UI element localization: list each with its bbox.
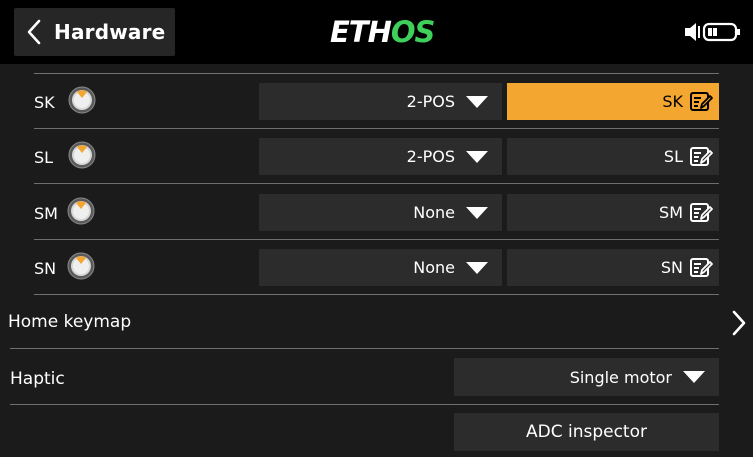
switch-mode-dropdown[interactable]: None	[259, 249, 502, 286]
back-button[interactable]: Hardware	[14, 8, 175, 56]
switch-assign-value: SL	[663, 147, 683, 166]
logo-text-eth: ETH	[330, 15, 392, 49]
ethos-logo: ETH OS	[330, 14, 436, 50]
page-title: Hardware	[54, 20, 166, 44]
switch-assign-field[interactable]: SM	[507, 194, 719, 231]
edit-icon	[690, 202, 713, 222]
adc-inspector-button[interactable]: ADC inspector	[454, 413, 719, 451]
home-keymap-label: Home keymap	[8, 312, 132, 332]
triangle-down-icon	[466, 206, 488, 219]
triangle-down-icon	[466, 95, 488, 108]
switch-mode-dropdown[interactable]: None	[259, 194, 502, 231]
edit-icon	[690, 146, 713, 166]
triangle-down-icon	[683, 371, 705, 383]
switch-label: SK	[34, 93, 55, 112]
battery-icon	[702, 22, 740, 42]
separator	[34, 294, 719, 295]
chevron-left-icon	[14, 8, 54, 56]
haptic-value: Single motor	[569, 367, 672, 387]
switch-mode-value: None	[413, 258, 455, 277]
adc-inspector-label: ADC inspector	[525, 422, 647, 442]
top-bar: Hardware ETH OS	[0, 0, 753, 64]
separator	[34, 128, 719, 129]
switch-mode-dropdown[interactable]: 2-POS	[259, 83, 502, 120]
separator	[10, 404, 719, 405]
switch-mode-dropdown[interactable]: 2-POS	[259, 138, 502, 175]
triangle-down-icon	[466, 261, 488, 274]
rotary-knob-icon	[67, 252, 95, 280]
switch-mode-value: 2-POS	[406, 147, 455, 166]
switch-label: SM	[34, 204, 58, 223]
haptic-label: Haptic	[10, 369, 65, 389]
switch-mode-value: None	[413, 203, 455, 222]
home-keymap-row[interactable]: Home keymap	[0, 298, 753, 348]
switch-label: SN	[34, 259, 57, 278]
separator	[34, 73, 719, 74]
switch-label: SL	[34, 148, 54, 167]
rotary-knob-icon	[68, 86, 96, 114]
status-icons	[683, 20, 745, 44]
rotary-knob-icon	[68, 141, 96, 169]
chevron-right-icon	[732, 310, 746, 336]
haptic-dropdown[interactable]: Single motor	[454, 358, 719, 396]
switch-assign-field[interactable]: SL	[507, 138, 719, 175]
switch-assign-value: SN	[660, 258, 683, 277]
switch-assign-value: SK	[662, 92, 683, 111]
edit-icon	[690, 257, 713, 277]
switch-mode-value: 2-POS	[406, 92, 455, 111]
edit-icon	[690, 91, 713, 111]
switch-assign-value: SM	[659, 203, 683, 222]
separator	[10, 348, 719, 349]
triangle-down-icon	[466, 150, 488, 163]
separator	[34, 183, 719, 184]
logo-text-os: OS	[390, 15, 436, 49]
switch-assign-field[interactable]: SK	[507, 83, 719, 120]
separator	[34, 239, 719, 240]
speaker-icon	[685, 23, 700, 41]
switch-assign-field[interactable]: SN	[507, 249, 719, 286]
rotary-knob-icon	[67, 197, 95, 225]
